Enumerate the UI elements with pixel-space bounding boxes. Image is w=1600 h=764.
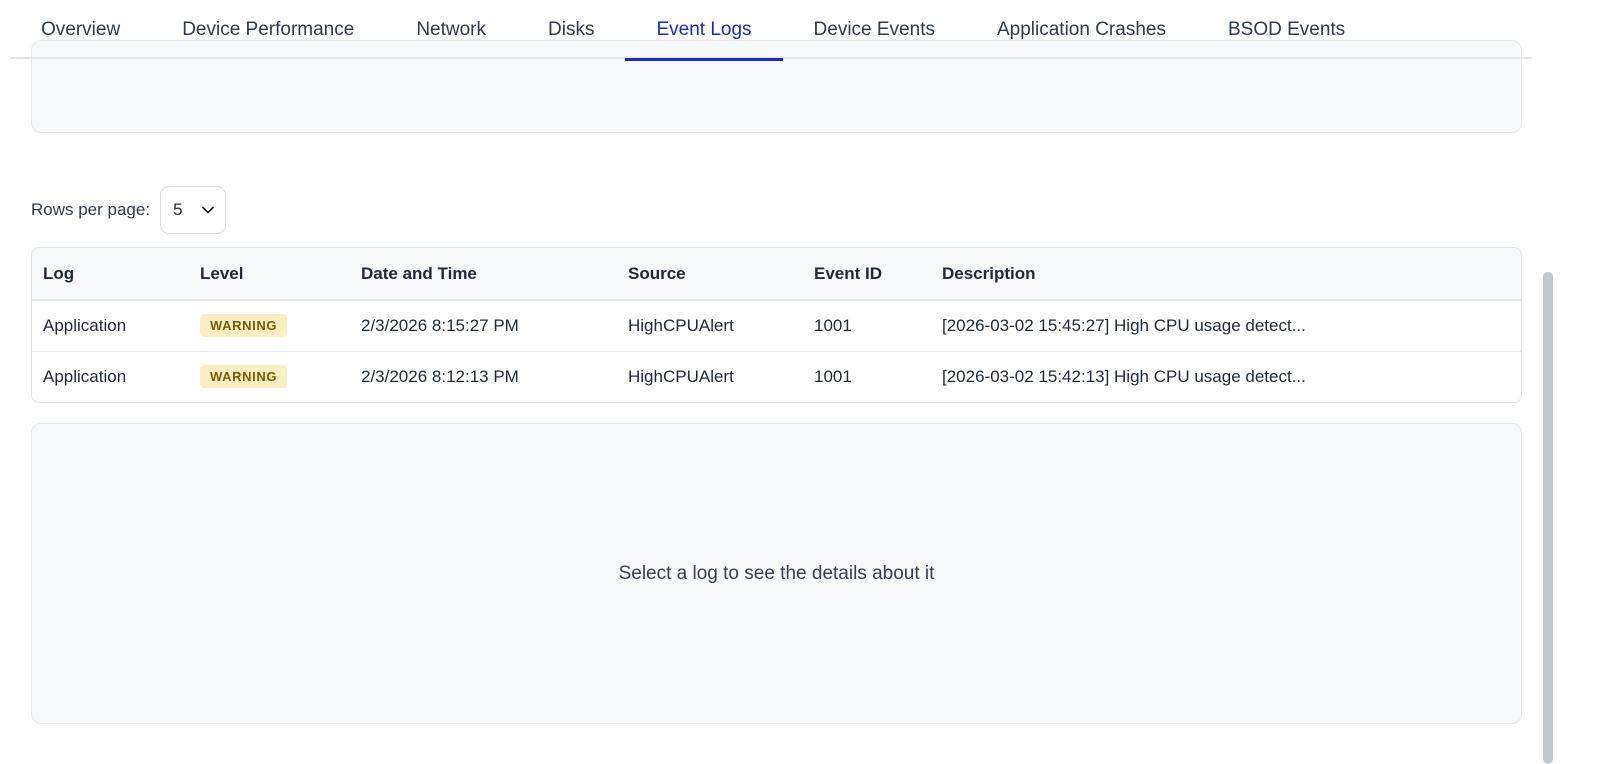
level-badge: WARNING: [200, 365, 288, 389]
cell-source: HighCPUAlert: [628, 315, 734, 335]
table-row[interactable]: Application WARNING 2/3/2026 8:15:27 PM …: [32, 300, 1521, 351]
tab-overview[interactable]: Overview: [10, 0, 151, 59]
details-empty-message: Select a log to see the details about it: [618, 562, 935, 584]
table-row[interactable]: Application WARNING 2/3/2026 8:12:13 PM …: [32, 351, 1521, 402]
column-header-level[interactable]: Level: [189, 248, 350, 300]
column-header-description[interactable]: Description: [931, 248, 1521, 300]
cell-datetime: 2/3/2026 8:15:27 PM: [361, 315, 519, 335]
cell-description: [2026-03-02 15:45:27] High CPU usage det…: [942, 315, 1306, 335]
cell-source: HighCPUAlert: [628, 366, 734, 386]
tab-network[interactable]: Network: [385, 0, 517, 59]
tab-bar: Overview Device Performance Network Disk…: [10, 0, 1532, 61]
cell-log: Application: [43, 366, 127, 386]
log-details-panel: Select a log to see the details about it: [31, 423, 1522, 724]
chevron-down-icon: [201, 203, 215, 217]
cell-datetime: 2/3/2026 8:12:13 PM: [361, 366, 519, 386]
column-header-date-time[interactable]: Date and Time: [350, 248, 617, 300]
cell-event-id: 1001: [814, 315, 852, 335]
tab-device-events[interactable]: Device Events: [783, 0, 966, 59]
cell-log: Application: [43, 315, 127, 335]
tab-disks[interactable]: Disks: [517, 0, 625, 59]
scrollbar-thumb[interactable]: [1543, 272, 1553, 764]
tab-device-performance[interactable]: Device Performance: [151, 0, 385, 59]
level-badge: WARNING: [200, 314, 288, 338]
cell-level: WARNING: [189, 351, 350, 402]
column-header-log[interactable]: Log: [32, 248, 189, 300]
rows-per-page-select[interactable]: 5: [160, 186, 227, 234]
vertical-scrollbar[interactable]: [1540, 60, 1556, 764]
cell-level: WARNING: [189, 300, 350, 351]
cell-description: [2026-03-02 15:42:13] High CPU usage det…: [942, 366, 1306, 386]
tab-application-crashes[interactable]: Application Crashes: [966, 0, 1197, 59]
rows-per-page-value: 5: [173, 200, 183, 219]
tab-bsod-events[interactable]: BSOD Events: [1197, 0, 1376, 59]
column-header-event-id[interactable]: Event ID: [803, 248, 931, 300]
table-header-row: Log Level Date and Time Source Event ID …: [32, 248, 1521, 300]
rows-per-page-label: Rows per page:: [31, 200, 151, 219]
cell-event-id: 1001: [814, 366, 852, 386]
rows-per-page: Rows per page: 5: [31, 186, 227, 234]
event-log-table: Log Level Date and Time Source Event ID …: [31, 247, 1522, 403]
tab-event-logs[interactable]: Event Logs: [625, 0, 783, 61]
column-header-source[interactable]: Source: [617, 248, 803, 300]
page: Overview Device Performance Network Disk…: [0, 0, 1600, 764]
